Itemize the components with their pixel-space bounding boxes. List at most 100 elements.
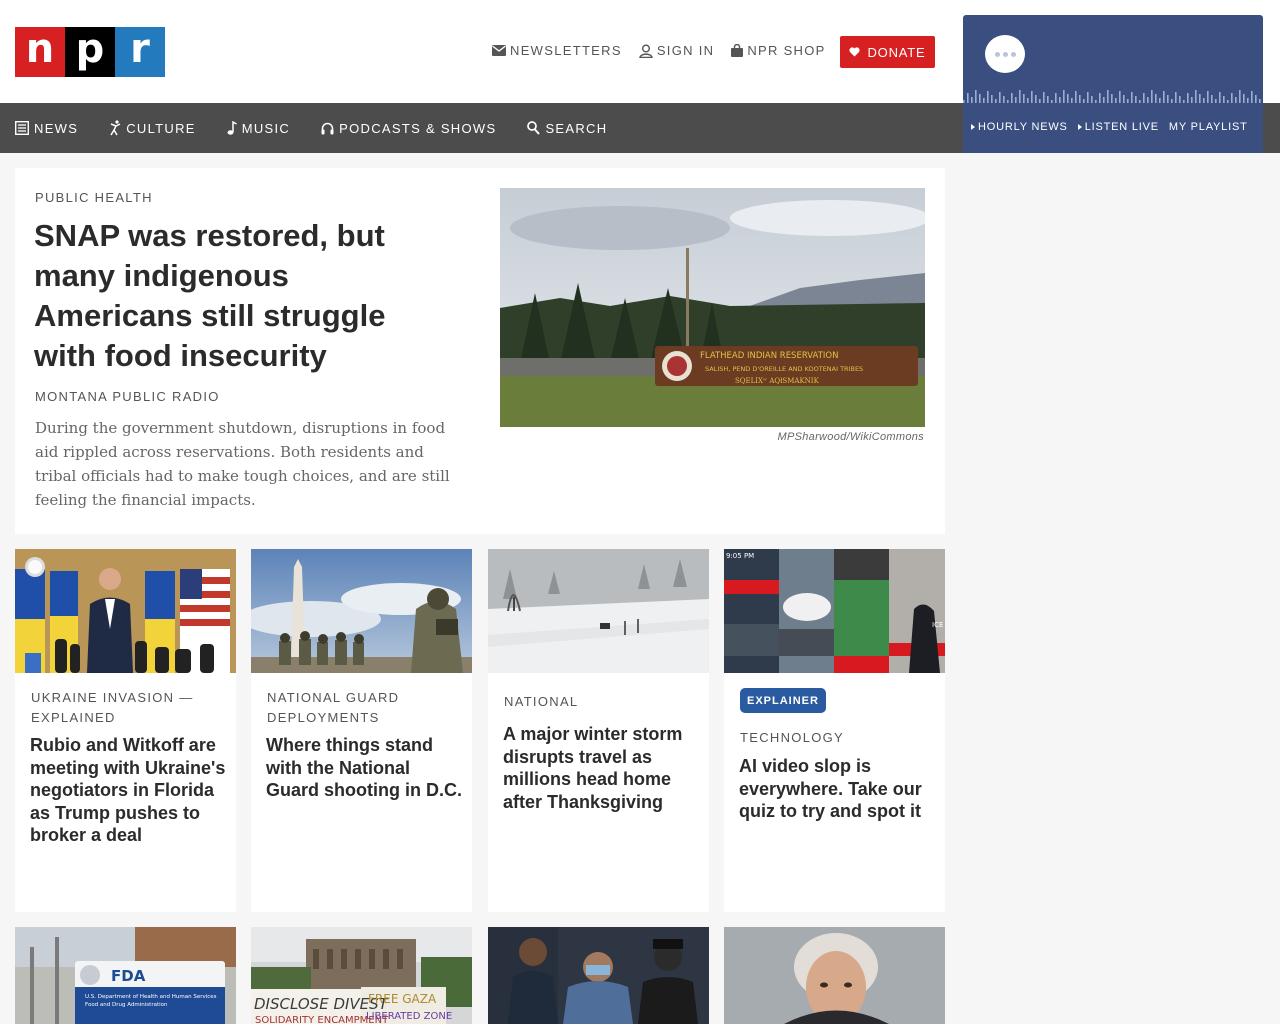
newsletters-link[interactable]: NEWSLETTERS <box>492 43 622 58</box>
sign-line-1: FLATHEAD INDIAN RESERVATION <box>700 351 838 361</box>
play-triangle-icon <box>1077 124 1082 130</box>
wave-bar <box>1163 91 1165 103</box>
wave-bar <box>1251 91 1253 103</box>
story-card: NATIONAL GUARD DEPLOYMENTS Where things … <box>251 549 472 912</box>
featured-image[interactable]: FLATHEAD INDIAN RESERVATION SALISH, PEND… <box>500 188 925 427</box>
featured-headline[interactable]: SNAP was restored, but many indigenous A… <box>34 216 454 376</box>
wave-bar <box>1047 96 1049 103</box>
player-menu-button[interactable] <box>985 35 1025 73</box>
wave-bar <box>1171 99 1173 103</box>
story-thumbnail[interactable] <box>488 549 709 673</box>
newspaper-icon <box>15 121 29 135</box>
nav-search[interactable]: SEARCH <box>527 121 607 136</box>
npr-shop-link[interactable]: NPR SHOP <box>731 43 825 58</box>
my-playlist-link[interactable]: MY PLAYLIST <box>1169 121 1248 133</box>
wave-bar <box>1107 90 1109 103</box>
wave-bar <box>1239 90 1241 103</box>
wave-bar <box>1147 97 1149 103</box>
npr-logo[interactable]: n p r <box>15 27 165 77</box>
dot-icon <box>1002 51 1008 57</box>
wave-bar <box>1051 100 1053 103</box>
wave-bar <box>1055 93 1057 103</box>
sign-in-link[interactable]: SIGN IN <box>639 43 715 58</box>
logo-p: p <box>65 27 115 77</box>
logo-n: n <box>15 27 65 77</box>
story-headline[interactable]: A major winter storm disrupts travel as … <box>503 723 699 813</box>
story-thumbnail[interactable]: DISCLOSE DIVEST SOLIDARITY ENCAMPMENT FR… <box>251 927 472 1024</box>
story-thumbnail[interactable]: 9:05 PM ICE <box>724 549 945 673</box>
story-slug[interactable]: UKRAINE INVASION — EXPLAINED <box>31 688 221 728</box>
wave-bar <box>1151 90 1153 103</box>
video-collage-photo: 9:05 PM ICE <box>724 549 945 673</box>
wave-bar <box>967 93 969 103</box>
wave-bar <box>1003 96 1005 103</box>
wave-bar <box>1043 92 1045 103</box>
wave-bar <box>1067 94 1069 103</box>
story-thumbnail[interactable] <box>488 927 709 1024</box>
wave-bar <box>1007 100 1009 103</box>
wave-bar <box>1127 99 1129 103</box>
story-slug[interactable]: TECHNOLOGY <box>740 728 930 748</box>
envelope-icon <box>492 45 506 56</box>
wave-bar <box>1255 95 1257 103</box>
wave-bar <box>1227 100 1229 103</box>
wave-bar <box>963 100 965 103</box>
story-slug[interactable]: NATIONAL <box>504 692 694 712</box>
story-card: NATIONAL A major winter storm disrupts t… <box>488 549 709 912</box>
audio-wave-graphic <box>963 90 1261 103</box>
fda-sign-photo: FDA U.S. Department of Health and Human … <box>15 927 236 1024</box>
story-thumbnail[interactable]: FDA U.S. Department of Health and Human … <box>15 927 236 1024</box>
sign-line-2: SALISH, PEND D'OREILLE AND KOOTENAI TRIB… <box>705 365 863 373</box>
wave-bar <box>1167 95 1169 103</box>
wave-bar <box>975 90 977 103</box>
nav-podcasts[interactable]: PODCASTS & SHOWS <box>321 121 496 136</box>
wave-bar <box>1095 100 1097 103</box>
donate-label: DONATE <box>867 44 926 60</box>
nav-music[interactable]: MUSIC <box>227 121 290 136</box>
featured-slug[interactable]: PUBLIC HEALTH <box>35 190 153 205</box>
wave-bar <box>1063 90 1065 103</box>
story-thumbnail[interactable] <box>15 549 236 673</box>
story-headline[interactable]: Where things stand with the National Gua… <box>266 734 462 802</box>
wave-bar <box>1115 98 1117 103</box>
nav-news[interactable]: NEWS <box>15 121 78 136</box>
national-guard-photo <box>251 549 472 673</box>
donate-button[interactable]: DONATE <box>840 36 935 68</box>
wave-bar <box>1123 95 1125 103</box>
wave-bar <box>1059 97 1061 103</box>
wave-bar <box>1027 98 1029 103</box>
wave-bar <box>1143 93 1145 103</box>
nav-search-label: SEARCH <box>545 120 608 136</box>
listen-live-link[interactable]: LISTEN LIVE <box>1077 121 1159 133</box>
story-thumbnail[interactable] <box>724 927 945 1024</box>
wave-bar <box>1195 90 1197 103</box>
wave-bar <box>1215 99 1217 103</box>
hourly-news-link[interactable]: HOURLY NEWS <box>971 121 1068 133</box>
wave-bar <box>1135 96 1137 103</box>
featured-story: PUBLIC HEALTH SNAP was restored, but man… <box>15 168 945 534</box>
wave-bar <box>1039 99 1041 103</box>
nav-culture[interactable]: CULTURE <box>109 120 196 136</box>
wave-bar <box>1119 91 1121 103</box>
ice-label: ICE <box>932 621 943 629</box>
story-slug[interactable]: NATIONAL GUARD DEPLOYMENTS <box>267 688 457 728</box>
wave-bar <box>1247 98 1249 103</box>
wave-bar <box>991 95 993 103</box>
wave-bar <box>1223 96 1225 103</box>
wave-bar <box>1087 92 1089 103</box>
story-headline[interactable]: AI video slop is everywhere. Take our qu… <box>739 755 935 823</box>
campus-protest-photo: DISCLOSE DIVEST SOLIDARITY ENCAMPMENT FR… <box>251 927 472 1024</box>
wave-bar <box>1099 93 1101 103</box>
wave-bar <box>1211 95 1213 103</box>
wave-bar <box>1031 91 1033 103</box>
nav-news-label: NEWS <box>34 120 79 136</box>
nav-culture-label: CULTURE <box>126 120 196 136</box>
wave-bar <box>971 97 973 103</box>
story-card: UKRAINE INVASION — EXPLAINED Rubio and W… <box>15 549 236 912</box>
wave-bar <box>983 98 985 103</box>
story-thumbnail[interactable] <box>251 549 472 673</box>
wave-bar <box>999 92 1001 103</box>
wave-bar <box>1011 93 1013 103</box>
story-headline[interactable]: Rubio and Witkoff are meeting with Ukrai… <box>30 734 226 847</box>
wave-bar <box>1203 98 1205 103</box>
